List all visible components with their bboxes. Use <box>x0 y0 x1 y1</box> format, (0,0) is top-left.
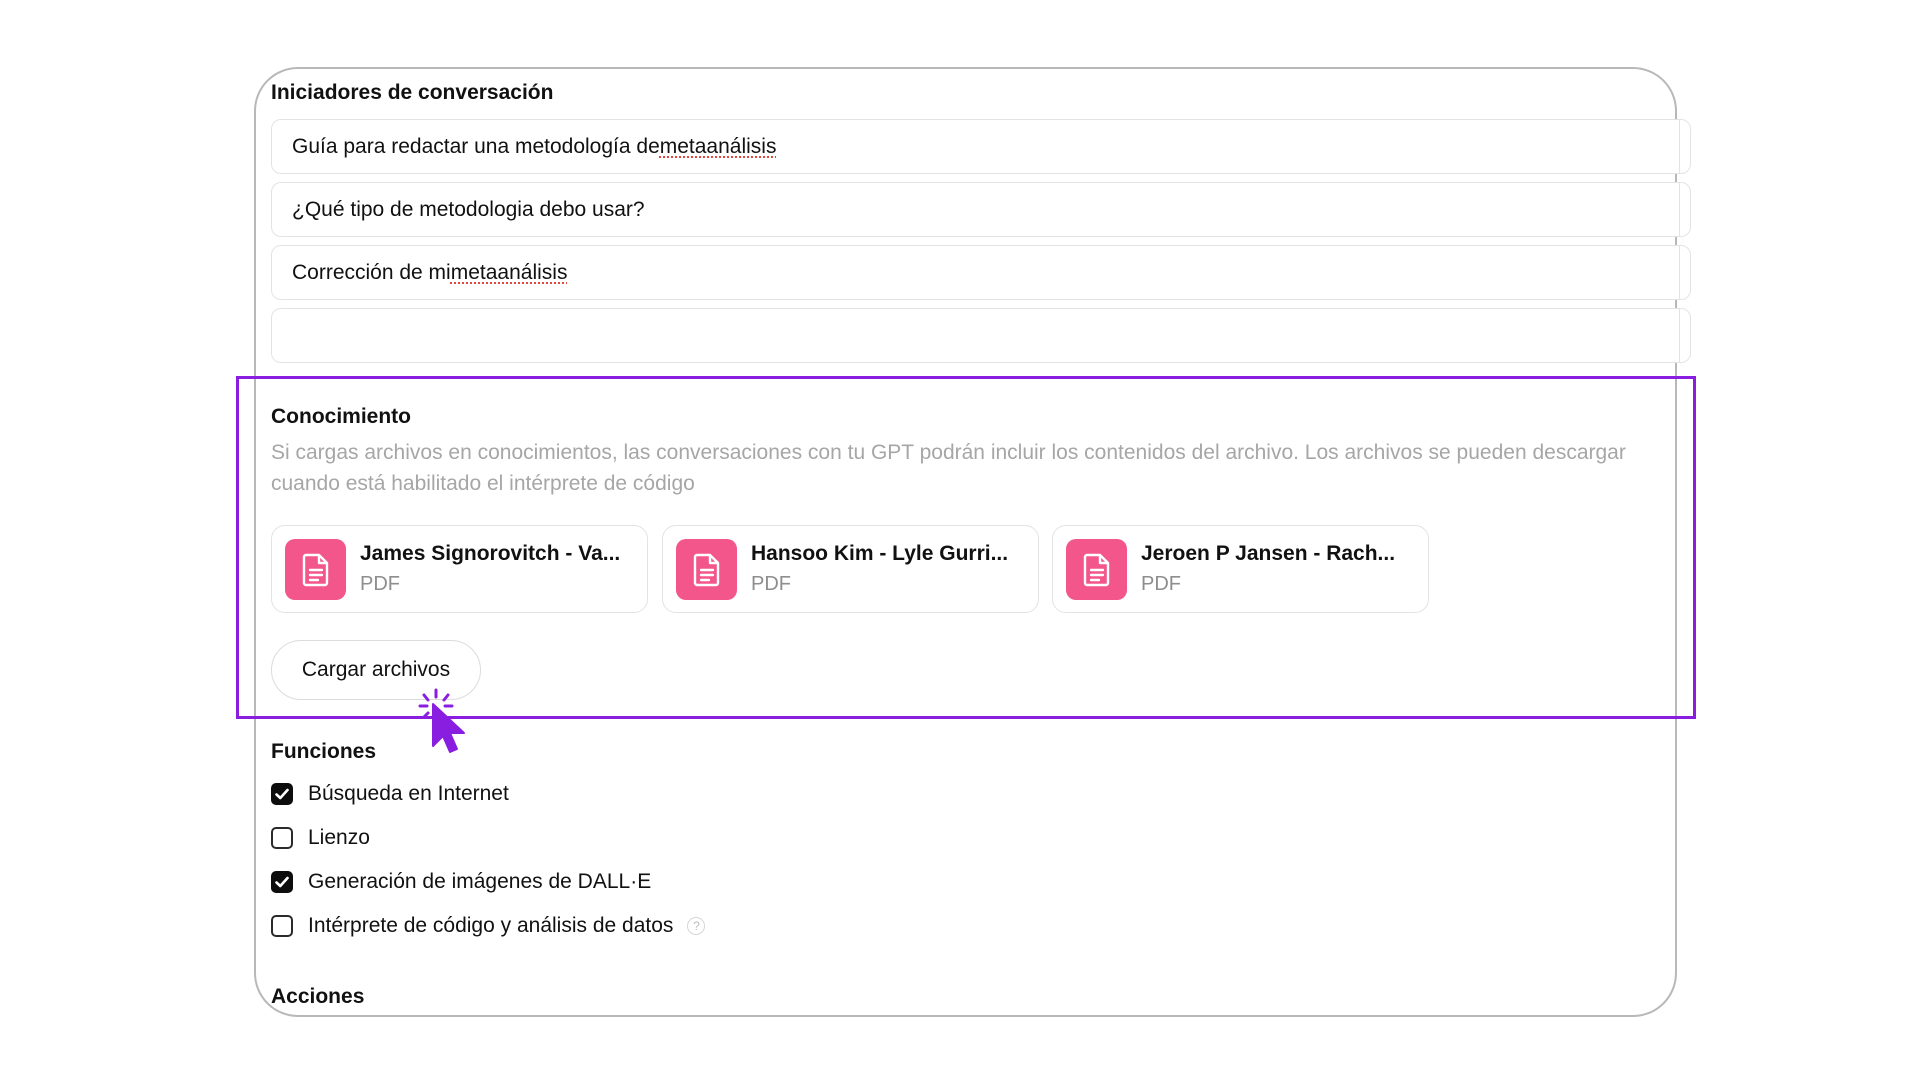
function-web-search[interactable]: Búsqueda en Internet <box>271 782 509 806</box>
function-label: Lienzo <box>308 826 370 849</box>
starter-input-3[interactable]: Corrección de mi metaanálisis <box>271 245 1691 300</box>
starter-input-empty[interactable] <box>271 308 1691 363</box>
file-name: James Signorovitch - Va... <box>360 542 621 565</box>
scrollbar[interactable] <box>1679 120 1690 173</box>
file-name: Hansoo Kim - Lyle Gurri... <box>751 542 1009 565</box>
document-icon <box>676 539 737 600</box>
function-label: Búsqueda en Internet <box>308 782 509 805</box>
starter-flagged-word: metaanálisis <box>659 134 777 158</box>
knowledge-description: Si cargas archivos en conocimientos, las… <box>271 441 1626 495</box>
starter-text: Guía para redactar una metodología de <box>292 134 660 158</box>
function-canvas[interactable]: Lienzo <box>271 826 370 850</box>
click-cursor-icon <box>418 688 474 763</box>
function-label: Generación de imágenes de DALL·E <box>308 870 652 893</box>
starters-title: Iniciadores de conversación <box>271 81 554 104</box>
file-card[interactable]: James Signorovitch - Va... PDF <box>271 525 648 613</box>
help-icon[interactable]: ? <box>687 917 706 935</box>
file-card[interactable]: Hansoo Kim - Lyle Gurri... PDF <box>662 525 1039 613</box>
scrollbar[interactable] <box>1679 183 1690 236</box>
knowledge-title: Conocimiento <box>271 405 411 428</box>
checkbox-unchecked[interactable] <box>271 827 293 849</box>
function-label: Intérprete de código y análisis de datos <box>308 914 674 937</box>
file-card[interactable]: Jeroen P Jansen - Rach... PDF <box>1052 525 1429 613</box>
actions-title: Acciones <box>271 985 365 1008</box>
document-icon <box>1066 539 1127 600</box>
function-dalle[interactable]: Generación de imágenes de DALL·E <box>271 870 651 894</box>
checkbox-checked[interactable] <box>271 871 293 893</box>
file-type: PDF <box>360 573 400 595</box>
scrollbar[interactable] <box>1679 246 1690 299</box>
function-code-interpreter[interactable]: Intérprete de código y análisis de datos… <box>271 914 706 938</box>
checkbox-checked[interactable] <box>271 783 293 805</box>
starter-text: ¿Qué tipo de metodologia debo usar? <box>292 197 645 221</box>
starter-input-2[interactable]: ¿Qué tipo de metodologia debo usar? <box>271 182 1691 237</box>
checkbox-unchecked[interactable] <box>271 915 293 937</box>
starter-flagged-word: metaanálisis <box>450 260 568 284</box>
file-name: Jeroen P Jansen - Rach... <box>1141 542 1396 565</box>
starter-input-1[interactable]: Guía para redactar una metodología de me… <box>271 119 1691 174</box>
starter-text: Corrección de mi <box>292 260 451 284</box>
file-type: PDF <box>751 573 791 595</box>
file-type: PDF <box>1141 573 1181 595</box>
functions-title: Funciones <box>271 740 377 763</box>
scrollbar[interactable] <box>1679 309 1690 362</box>
document-icon <box>285 539 346 600</box>
